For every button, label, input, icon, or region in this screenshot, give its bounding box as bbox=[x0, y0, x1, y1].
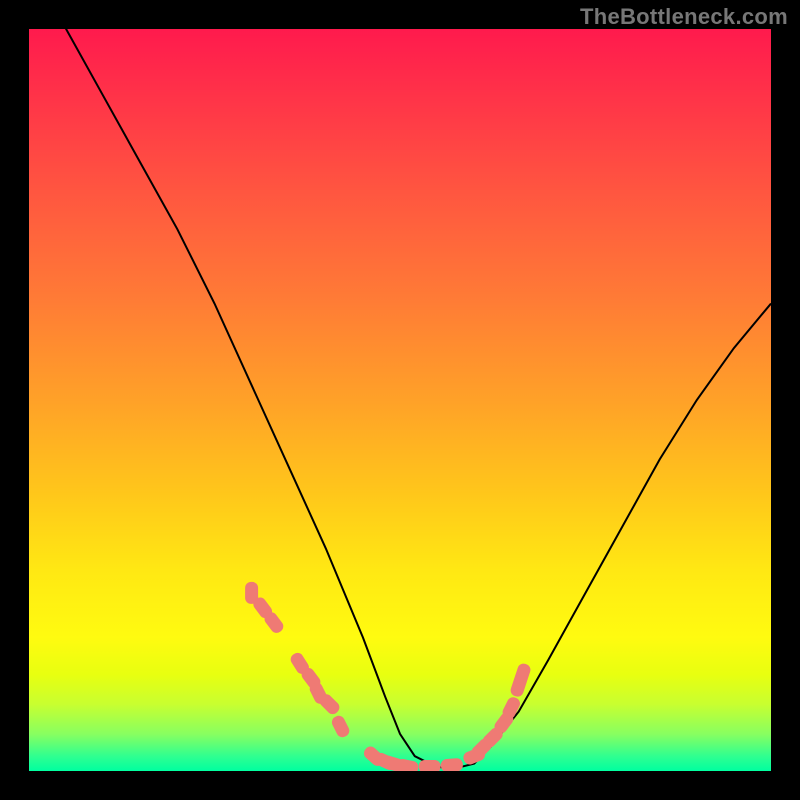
chart-area bbox=[29, 29, 771, 771]
watermark-text: TheBottleneck.com bbox=[580, 4, 788, 30]
highlight-dot bbox=[330, 714, 351, 739]
highlight-dot bbox=[440, 758, 463, 771]
highlight-dot bbox=[419, 760, 441, 771]
bottleneck-curve bbox=[29, 29, 771, 767]
chart-svg bbox=[29, 29, 771, 771]
